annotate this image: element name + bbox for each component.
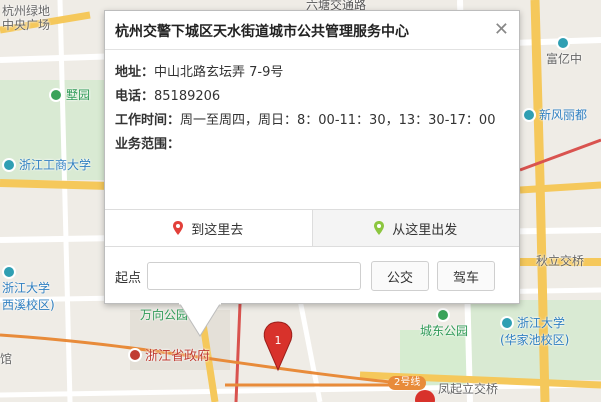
tab-start-here[interactable]: 从这里出发: [311, 210, 519, 246]
green-pin-icon: [374, 221, 385, 235]
map-label: 浙江大学: [2, 281, 51, 295]
park-icon: [49, 87, 63, 102]
divider: [105, 49, 519, 50]
map-label: 中央广场: [2, 18, 51, 32]
map-label: 浙江工商大学: [19, 158, 92, 172]
bus-button[interactable]: 公交: [371, 261, 430, 291]
tab-go-here[interactable]: 到这里去: [105, 210, 312, 246]
poi-fuyi[interactable]: 富亿中: [546, 36, 582, 67]
map-label: 浙江大学: [517, 316, 566, 330]
map-label: 浙江省政府: [145, 349, 211, 364]
map-label: 富亿中: [546, 52, 583, 66]
red-pin-icon: [173, 221, 184, 235]
government-icon: [128, 347, 142, 362]
map-label: 西溪校区): [2, 298, 55, 312]
map-label: 墅园: [66, 88, 91, 102]
park-icon: [435, 308, 450, 322]
school-icon: [500, 315, 514, 330]
drive-button[interactable]: 驾车: [437, 261, 496, 291]
poi-provincial-gov[interactable]: 浙江省政府: [128, 345, 210, 364]
scope-row: 业务范围：: [115, 133, 507, 157]
address-row: 地址：中山北路玄坛弄 7-9号: [115, 61, 507, 85]
map-label: 新风丽都: [539, 108, 588, 122]
hours-label: 工作时间：: [115, 113, 181, 128]
info-window: 杭州交警下城区天水街道城市公共管理服务中心 ✕ 地址：中山北路玄坛弄 7-9号 …: [104, 10, 520, 304]
poi-zjgs[interactable]: 浙江工商大学: [2, 156, 91, 173]
popup-pointer: [179, 301, 221, 337]
info-details: 地址：中山北路玄坛弄 7-9号 电话：85189206 工作时间：周一至周四，周…: [115, 61, 507, 157]
school-icon: [2, 265, 16, 279]
phone-row: 电话：85189206: [115, 85, 507, 109]
map-label: 城东公园: [420, 324, 469, 338]
close-icon[interactable]: ✕: [494, 19, 509, 40]
map-label: 馆: [0, 352, 13, 366]
tab-go-here-label: 到这里去: [191, 222, 244, 238]
poi-ye-garden[interactable]: 墅园: [49, 86, 90, 103]
map-label: 秋立交桥: [536, 254, 585, 268]
poi-chengdong-park[interactable]: 城东公园: [420, 308, 468, 339]
poi-zjdx-huajiachi[interactable]: 浙江大学 (华家池校区): [500, 314, 569, 348]
hours-row: 工作时间：周一至周四，周日：8：00-11：30，13：30-17：00: [115, 109, 507, 133]
route-tabs: 到这里去 从这里出发: [105, 209, 519, 247]
scope-label: 业务范围：: [115, 137, 181, 152]
map-label: (华家池校区): [500, 333, 570, 347]
tab-start-here-label: 从这里出发: [392, 222, 458, 238]
svg-text:1: 1: [275, 334, 282, 347]
start-label: 起点: [115, 270, 142, 286]
phone-value: 85189206: [154, 89, 221, 104]
popup-title: 杭州交警下城区天水街道城市公共管理服务中心: [115, 24, 409, 40]
metro-line-badge: 2号线: [388, 376, 427, 390]
hours-value: 周一至周四，周日：8：00-11：30，13：30-17：00: [180, 113, 496, 128]
map-label: 凤起立交桥: [438, 382, 499, 396]
poi-zjdx-xixi[interactable]: 浙江大学 西溪校区): [2, 265, 55, 313]
start-input[interactable]: [147, 262, 362, 290]
school-icon: [2, 157, 16, 172]
poi-xinfengli[interactable]: 新风丽都: [522, 106, 587, 123]
building-icon: [522, 107, 536, 122]
building-icon: [555, 36, 570, 50]
address-label: 地址：: [115, 65, 155, 80]
address-value: 中山北路玄坛弄 7-9号: [154, 65, 284, 80]
route-form: 起点 公交 驾车: [115, 261, 511, 291]
phone-label: 电话：: [115, 89, 155, 104]
